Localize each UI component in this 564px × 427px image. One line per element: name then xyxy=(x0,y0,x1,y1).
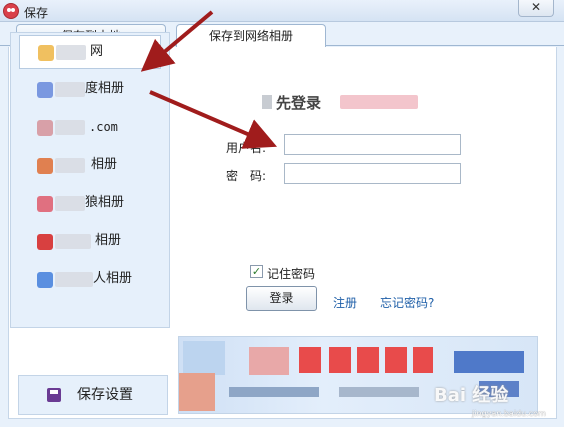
annotation-arrows xyxy=(140,10,278,149)
arrow-to-sidebar xyxy=(140,10,214,72)
arrow-to-username xyxy=(149,90,278,149)
